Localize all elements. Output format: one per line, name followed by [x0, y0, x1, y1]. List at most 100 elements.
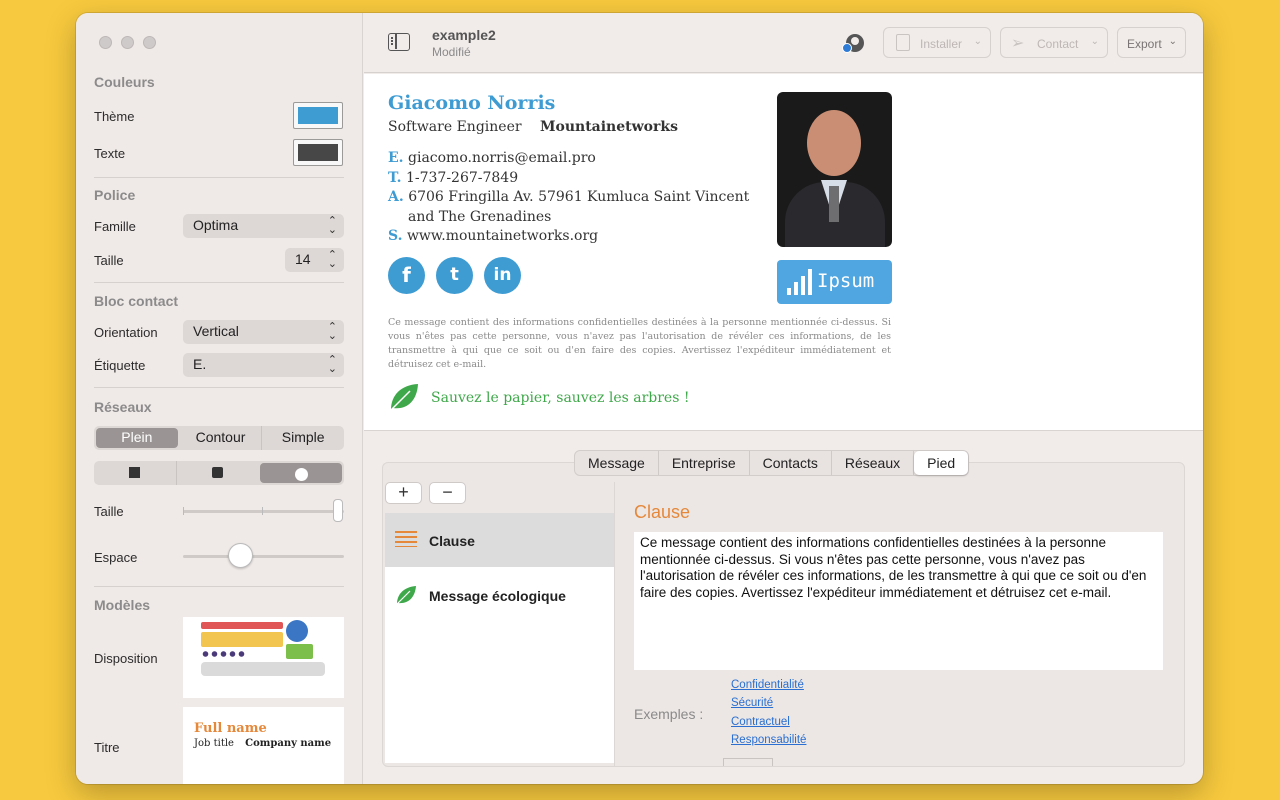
- style-outline-button[interactable]: Contour: [180, 426, 263, 450]
- colors-section-title: Couleurs: [94, 74, 155, 90]
- shape-square-button[interactable]: [94, 461, 177, 485]
- layout-label: Disposition: [94, 651, 158, 666]
- label-style-value: E.: [193, 356, 207, 372]
- chevron-updown-icon: ⌃ ⌄: [327, 354, 337, 375]
- network-size-slider[interactable]: [183, 499, 344, 522]
- signature-website[interactable]: www.mountainetworks.org: [407, 228, 598, 244]
- title-model-label: Titre: [94, 740, 120, 755]
- text-color-label: Texte: [94, 146, 126, 161]
- tab-company[interactable]: Entreprise: [659, 451, 750, 475]
- style-simple-button[interactable]: Simple: [262, 426, 344, 450]
- list-item-eco-message[interactable]: Message écologique: [385, 568, 614, 622]
- signature-name: Giacomo Norris: [388, 92, 556, 114]
- font-family-select[interactable]: Optima ⌃ ⌄: [183, 214, 344, 238]
- eco-message: Sauvez le papier, sauvez les arbres !: [431, 390, 690, 406]
- networks-section-title: Réseaux: [94, 399, 152, 415]
- chevron-updown-icon: ⌃ ⌄: [327, 321, 337, 342]
- profile-photo: [777, 92, 892, 247]
- example-link-security[interactable]: Sécurité: [731, 697, 773, 709]
- clause-text-editor[interactable]: Ce message contient des informations con…: [634, 532, 1163, 670]
- facebook-icon[interactable]: f: [388, 257, 425, 294]
- network-style-segmented: Plein Contour Simple: [94, 426, 344, 450]
- network-spacing-slider[interactable]: [183, 543, 344, 568]
- list-item-label: Clause: [429, 533, 475, 549]
- font-size-label: Taille: [94, 253, 124, 268]
- example-link-liability[interactable]: Responsabilité: [731, 734, 806, 746]
- font-section-title: Police: [94, 187, 136, 203]
- signature-job-title: Software Engineer: [388, 119, 522, 135]
- network-spacing-label: Espace: [94, 550, 138, 565]
- chevron-down-icon: ⌄: [1168, 36, 1177, 47]
- export-button[interactable]: Export ⌄: [1117, 27, 1186, 58]
- theme-color-label: Thème: [94, 109, 135, 124]
- example-link-contractual[interactable]: Contractuel: [731, 716, 790, 728]
- list-item-clause[interactable]: Clause: [385, 513, 614, 567]
- divider: [614, 482, 615, 767]
- partially-hidden-control: [723, 758, 773, 766]
- template-company-text: Company name: [245, 738, 332, 749]
- orientation-label: Orientation: [94, 325, 158, 340]
- divider: [94, 586, 344, 587]
- account-icon[interactable]: [842, 34, 864, 53]
- shape-rounded-button[interactable]: [177, 461, 259, 485]
- square-icon: [129, 467, 141, 478]
- template-job-text: Job title: [194, 738, 234, 749]
- zoom-window-button[interactable]: [143, 36, 156, 49]
- document-status: Modifié: [432, 45, 471, 59]
- orientation-select[interactable]: Vertical ⌃ ⌄: [183, 320, 344, 344]
- chevron-down-icon: ⌄: [973, 36, 982, 47]
- font-size-stepper[interactable]: 14 ⌃ ⌄: [285, 248, 344, 272]
- models-section-title: Modèles: [94, 597, 151, 613]
- close-window-button[interactable]: [99, 36, 112, 49]
- example-link-confidentiality[interactable]: Confidentialité: [731, 679, 804, 691]
- leaf-icon: [388, 381, 420, 413]
- signature-preview: Giacomo Norris Software Engineer Mountai…: [364, 74, 1203, 431]
- export-button-label: Export: [1127, 37, 1162, 51]
- contact-button-label: Contact: [1037, 37, 1079, 51]
- divider: [94, 387, 344, 388]
- add-item-button[interactable]: +: [385, 482, 422, 504]
- address-label: A.: [388, 189, 404, 205]
- linkedin-icon[interactable]: in: [484, 257, 521, 294]
- signature-title-line: Software Engineer Mountainetworks: [388, 119, 678, 135]
- tab-contacts[interactable]: Contacts: [750, 451, 832, 475]
- divider: [94, 282, 344, 283]
- sidebar-toggle-icon[interactable]: [388, 33, 410, 51]
- install-button-label: Installer: [920, 37, 963, 51]
- company-logo: Ipsum: [777, 260, 892, 304]
- signature-phone: 1-737-267-7849: [405, 169, 519, 186]
- tab-message[interactable]: Message: [575, 451, 659, 475]
- window-controls: [99, 36, 156, 49]
- chevron-updown-icon: ⌃ ⌄: [327, 215, 337, 236]
- email-label: E.: [388, 150, 404, 166]
- tab-networks[interactable]: Réseaux: [832, 451, 915, 475]
- slider-thumb[interactable]: [333, 499, 343, 522]
- text-color-well[interactable]: [293, 139, 343, 166]
- remove-item-button[interactable]: −: [429, 482, 466, 504]
- contact-button[interactable]: ➢ Contact ⌄: [1000, 27, 1108, 58]
- contact-block-section-title: Bloc contact: [94, 293, 179, 309]
- signature-address-line1: 6706 Fringilla Av. 57961 Kumluca Saint V…: [408, 189, 750, 205]
- label-style-select[interactable]: E. ⌃ ⌄: [183, 353, 344, 377]
- style-filled-button[interactable]: Plein: [96, 428, 178, 448]
- twitter-icon[interactable]: t: [436, 257, 473, 294]
- signature-contact-block: E. giacomo.norris@email.pro T. 1-737-267…: [388, 149, 749, 247]
- slider-thumb[interactable]: [228, 543, 253, 568]
- shape-circle-button[interactable]: [260, 463, 343, 483]
- clause-title: Clause: [634, 502, 691, 522]
- site-label: S.: [388, 228, 403, 244]
- verified-badge-icon: [842, 43, 852, 53]
- minimize-window-button[interactable]: [121, 36, 134, 49]
- chevron-updown-icon: ⌃ ⌄: [327, 249, 337, 270]
- layout-template-thumbnail[interactable]: [183, 617, 344, 698]
- network-size-label: Taille: [94, 504, 124, 519]
- tab-footer[interactable]: Pied: [914, 451, 969, 475]
- theme-color-well[interactable]: [293, 102, 343, 129]
- list-item-label: Message écologique: [429, 588, 566, 604]
- signature-email[interactable]: giacomo.norris@email.pro: [408, 150, 596, 166]
- title-template-thumbnail[interactable]: Full name Job title Company name: [183, 707, 344, 784]
- install-button[interactable]: Installer ⌄: [883, 27, 991, 58]
- text-lines-icon: [395, 531, 417, 547]
- leaf-icon: [395, 584, 417, 606]
- label-style-label: Étiquette: [94, 358, 146, 373]
